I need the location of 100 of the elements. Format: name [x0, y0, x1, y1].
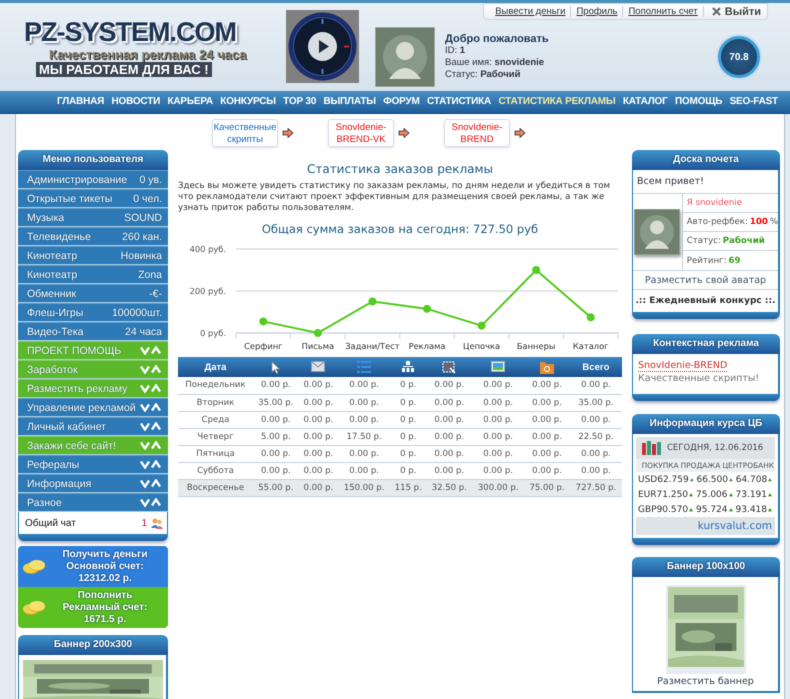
table-cell: 0 р.	[390, 394, 426, 411]
table-cell: 0.00 р.	[472, 411, 524, 428]
table-cell: 0.00 р.	[426, 445, 472, 462]
axis-label: Серфинг	[244, 341, 282, 351]
menu-item[interactable]: Информация	[18, 474, 168, 493]
rate-value: 75.006	[696, 490, 728, 500]
table-cell: 0 р.	[390, 377, 426, 394]
account-button[interactable]: Пополнить Рекламный счет: 1671.5 р.	[18, 587, 168, 628]
menu-item[interactable]: Разное	[18, 493, 168, 512]
nav-link[interactable]: СТАТИСТИКА РЕКЛАМЫ	[498, 96, 616, 107]
nav-link[interactable]: КОНКУРСЫ	[220, 96, 276, 107]
nav-link[interactable]: КАРЬЕРА	[167, 96, 213, 107]
fact-label: Рейтинг:	[686, 256, 726, 266]
table-cell: 0.00 р.	[570, 462, 622, 479]
arrow-icon	[514, 128, 526, 138]
chevrons-icon	[140, 422, 162, 431]
nav-link[interactable]: TOP 30	[283, 96, 316, 107]
banner-link[interactable]: Разместить баннер	[657, 676, 754, 687]
contest-link[interactable]: .:: Ежедневный конкурс ::.	[633, 290, 778, 312]
column-header: Дата	[178, 357, 253, 377]
promo-link[interactable]: SnovIdenie-BREND	[444, 119, 510, 147]
menu-item[interactable]: Открытые тикеты 0 чел.	[18, 189, 168, 208]
logout-button[interactable]: Выйти	[704, 6, 761, 18]
up-arrow-icon	[768, 506, 772, 512]
menu-item[interactable]: Музыка SOUND	[18, 208, 168, 227]
data-point	[478, 322, 486, 330]
table-cell: 0.00 р.	[570, 445, 622, 462]
rate-value: 95.724	[696, 504, 728, 514]
intro-text: Здесь вы можете увидеть статистику по заказам рекламы, по дням недели и убедиться в том что рекламодатели считают проект эффективным для размещения своей рекламы, а так же узнать приток работы пользователям.	[178, 181, 611, 214]
chevrons-icon	[140, 403, 162, 412]
logo-slogan: Качественная реклама 24 часа	[49, 47, 246, 62]
play-icon[interactable]	[308, 32, 337, 61]
menu-item[interactable]: Обменник -€-	[18, 284, 168, 303]
axis-label: Письма	[302, 341, 334, 351]
table-cell: 22.50 р.	[570, 428, 622, 445]
table-cell: 0 р.	[390, 411, 426, 428]
table-cell: 0.00 р.	[252, 411, 299, 428]
up-arrow-icon	[728, 492, 732, 498]
fact-unit: %	[770, 217, 778, 227]
table-cell: 0.00 р.	[298, 479, 338, 496]
menu-item[interactable]: Закажи себе сайт!	[18, 436, 168, 455]
table-cell: 0.00 р.	[524, 377, 570, 394]
ad-link[interactable]: SnovIdenie-BREND	[638, 360, 728, 372]
menu-item[interactable]: Управление рекламой	[18, 398, 168, 417]
nav-link[interactable]: ГЛАВНАЯ	[57, 96, 104, 107]
nav-link[interactable]: НОВОСТИ	[111, 96, 160, 107]
menu-item[interactable]: Рефералы	[18, 455, 168, 474]
table-cell: 0.00 р.	[524, 445, 570, 462]
menu-item[interactable]: Кинотеатр Zona	[18, 265, 168, 284]
menu-item[interactable]: ПРОЕКТ ПОМОЩЬ	[18, 341, 168, 360]
table-cell: 32.50 р.	[426, 479, 472, 496]
data-point	[532, 266, 540, 274]
menu-item[interactable]: Администрирование 0 ув.	[18, 170, 168, 189]
menu-item[interactable]: Заработок	[18, 360, 168, 379]
chat-link[interactable]: Общий чат	[25, 518, 142, 528]
source-link[interactable]: kursvalut.com	[636, 517, 775, 535]
list-icon	[357, 361, 372, 373]
close-icon	[712, 7, 721, 16]
table-cell: 0.00 р.	[298, 428, 338, 445]
table-cell: 0.00 р.	[338, 394, 390, 411]
nav-link[interactable]: ПОМОЩЬ	[674, 96, 722, 107]
avatar-link[interactable]: Разместить свой аватар	[633, 271, 778, 290]
chevrons-icon	[140, 498, 162, 507]
promo-link[interactable]: SnovIdenie-BREND-VK	[328, 119, 394, 147]
menu-item[interactable]: Телевиденье 260 кан.	[18, 227, 168, 246]
account-button[interactable]: Получить деньги Основной счет: 12312.02 р.	[18, 546, 168, 587]
menu-item[interactable]: Кинотеатр Новинка	[18, 246, 168, 265]
panel-header: Баннер 100x100	[632, 557, 780, 577]
nav-link[interactable]: ФОРУМ	[383, 96, 420, 107]
menu-item[interactable]: Разместить рекламу	[18, 379, 168, 398]
top-link[interactable]: Профиль	[571, 6, 624, 17]
fact-value: 69	[728, 256, 740, 266]
nav-link[interactable]: СТАТИСТИКА	[427, 96, 492, 107]
chevrons-icon	[140, 460, 162, 469]
table-cell: 727.50 р.	[570, 479, 622, 496]
nav-link[interactable]: КАТАЛОГ	[622, 96, 668, 107]
top-link[interactable]: Вывести деньги	[490, 6, 572, 17]
table-cell: 0.00 р.	[426, 411, 472, 428]
table-cell: 0.00 р.	[252, 462, 299, 479]
table-cell: 0.00 р.	[298, 411, 338, 428]
currency-code: USD	[638, 474, 658, 484]
cursor-icon	[270, 360, 281, 374]
table-cell: 0.00 р.	[472, 377, 524, 394]
menu-item[interactable]: Видео-Тека 24 часа	[18, 322, 168, 341]
coins-icon	[22, 558, 46, 574]
table-cell: 0.00 р.	[570, 377, 622, 394]
table-cell: Четверг	[178, 428, 253, 445]
promo-link[interactable]: Качественные скрипты	[212, 119, 278, 147]
menu-item[interactable]: Флеш-Игры 100000шт.	[18, 303, 168, 322]
table-cell: 0.00 р.	[298, 445, 338, 462]
axis-label: Каталог	[572, 341, 609, 351]
data-point	[368, 298, 376, 306]
top-link[interactable]: Пополнить счет	[623, 6, 704, 17]
chevrons-icon	[140, 346, 162, 355]
greeting-text: Всем привет!	[633, 170, 778, 194]
table-cell: Пятница	[178, 445, 253, 462]
up-arrow-icon	[768, 492, 772, 498]
nav-link[interactable]: SEO-FAST	[730, 96, 778, 107]
nav-link[interactable]: ВЫПЛАТЫ	[323, 96, 376, 107]
menu-item[interactable]: Личный кабинет	[18, 417, 168, 436]
